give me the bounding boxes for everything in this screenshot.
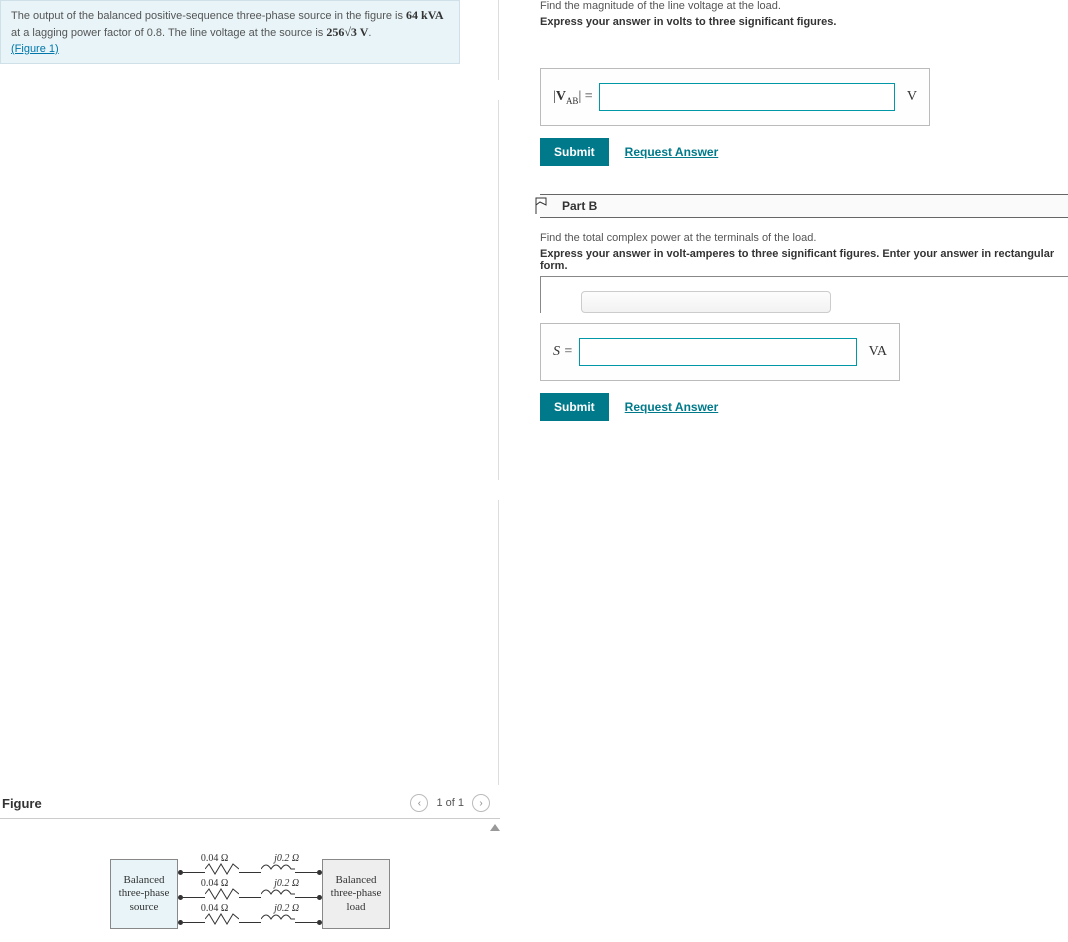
part-b-submit-row: Submit Request Answer — [540, 393, 1068, 421]
vertical-divider-1 — [498, 0, 499, 80]
load-line-1: Balanced — [336, 874, 377, 887]
wire-segment — [295, 897, 317, 898]
source-box: Balanced three-phase source — [110, 859, 178, 929]
toolbar-fragment — [581, 291, 831, 313]
figure-panel: Figure ‹ 1 of 1 › Balanced three-phase s… — [0, 794, 500, 859]
wire-segment — [183, 872, 205, 873]
wire-labels-1: 0.04 Ω j0.2 Ω — [178, 853, 322, 864]
part-b-unit: VA — [863, 344, 887, 360]
pager-text: 1 of 1 — [436, 797, 464, 809]
pager-prev-button[interactable]: ‹ — [410, 794, 428, 812]
wire-segment — [239, 897, 261, 898]
part-b-request-answer-link[interactable]: Request Answer — [625, 400, 719, 414]
src-line-3: source — [130, 901, 159, 914]
wire-row-3: 0.04 Ω j0.2 Ω — [178, 917, 322, 927]
flag-icon[interactable] — [534, 197, 548, 215]
part-a-instruction-2: Express your answer in volts to three si… — [540, 16, 1068, 28]
voltage-value: 256√3 V — [326, 25, 368, 39]
part-b-input[interactable] — [579, 338, 857, 366]
part-a-submit-row: Submit Request Answer — [540, 138, 1068, 166]
src-line-1: Balanced — [124, 874, 165, 887]
resistor-icon — [205, 867, 239, 877]
figure-title: Figure — [2, 796, 42, 811]
figure-link[interactable]: (Figure 1) — [11, 43, 59, 55]
node-dot — [317, 870, 322, 875]
figure-header-row: Figure ‹ 1 of 1 › — [0, 794, 500, 819]
inductor-icon — [261, 917, 295, 927]
wire-row-1: 0.04 Ω j0.2 Ω — [178, 867, 322, 877]
power-value: 64 kVA — [406, 8, 443, 22]
part-a-answer-box: |VAB| = V — [540, 68, 930, 126]
part-b-toolbar-wrap — [540, 276, 1068, 313]
intro-text-3: . — [368, 27, 371, 39]
wire-segment — [239, 922, 261, 923]
intro-text-1: The output of the balanced positive-sequ… — [11, 10, 406, 22]
pager-next-button[interactable]: › — [472, 794, 490, 812]
part-b-answer-box: S = VA — [540, 323, 900, 381]
part-a-instruction-1: Find the magnitude of the line voltage a… — [540, 0, 1068, 12]
part-b-title: Part B — [550, 199, 597, 213]
part-b-variable-label: S = — [553, 344, 573, 360]
part-a-section: Find the magnitude of the line voltage a… — [540, 0, 1068, 166]
wire-segment — [239, 872, 261, 873]
wire-row-2: 0.04 Ω j0.2 Ω — [178, 892, 322, 902]
part-a-submit-button[interactable]: Submit — [540, 138, 609, 166]
vertical-divider-3 — [498, 500, 499, 785]
part-a-unit: V — [901, 89, 917, 105]
inductor-icon — [261, 892, 295, 902]
resistor-icon — [205, 892, 239, 902]
questions-column: Find the magnitude of the line voltage a… — [540, 0, 1068, 421]
wire-labels-3: 0.04 Ω j0.2 Ω — [178, 903, 322, 914]
part-a-request-answer-link[interactable]: Request Answer — [625, 145, 719, 159]
wire-segment — [295, 922, 317, 923]
figure-pager: ‹ 1 of 1 › — [410, 794, 490, 812]
wire-segment — [183, 897, 205, 898]
wire-segment — [183, 922, 205, 923]
vertical-divider-2 — [498, 100, 499, 480]
transmission-lines: 0.04 Ω j0.2 Ω 0.04 Ω j0.2 Ω — [178, 859, 322, 929]
part-a-input[interactable] — [599, 83, 895, 111]
load-box: Balanced three-phase load — [322, 859, 390, 929]
part-b-section: Part B Find the total complex power at t… — [540, 194, 1068, 421]
part-b-instruction-2: Express your answer in volt-amperes to t… — [540, 248, 1068, 272]
load-line-2: three-phase — [331, 887, 382, 900]
problem-statement: The output of the balanced positive-sequ… — [0, 0, 460, 64]
scroll-up-icon[interactable] — [490, 824, 500, 831]
part-b-instruction-1: Find the total complex power at the term… — [540, 232, 1068, 244]
part-b-submit-button[interactable]: Submit — [540, 393, 609, 421]
wire-segment — [295, 872, 317, 873]
part-a-variable-label: |VAB| = — [553, 89, 593, 106]
intro-text-2: at a lagging power factor of 0.8. The li… — [11, 27, 326, 39]
inductor-icon — [261, 867, 295, 877]
src-line-2: three-phase — [119, 887, 170, 900]
load-line-3: load — [347, 901, 366, 914]
wire-labels-2: 0.04 Ω j0.2 Ω — [178, 878, 322, 889]
node-dot — [317, 920, 322, 925]
part-b-header: Part B — [540, 194, 1068, 218]
node-dot — [317, 895, 322, 900]
resistor-icon — [205, 917, 239, 927]
